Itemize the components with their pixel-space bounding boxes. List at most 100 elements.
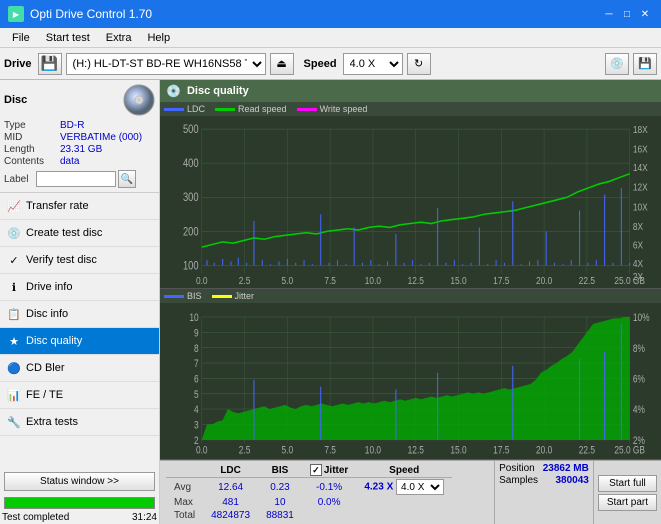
nav-cd-bler-label: CD Bler [26,362,65,374]
svg-text:6%: 6% [633,374,645,386]
disc-type-key: Type [4,120,60,131]
svg-text:0.0: 0.0 [196,275,208,286]
disc-label-btn[interactable]: 🔍 [118,170,136,188]
disc-button[interactable]: 💿 [605,53,629,75]
drive-select[interactable]: (H:) HL-DT-ST BD-RE WH16NS58 TST4 [66,53,266,75]
avg-ldc: 12.64 [203,478,258,497]
total-bis: 88831 [258,509,302,522]
menu-help[interactable]: Help [139,31,178,45]
status-time: 31:24 [132,512,157,523]
svg-text:16X: 16X [633,144,648,156]
max-bis: 10 [258,496,302,509]
nav-cd-bler[interactable]: 🔵 CD Bler [0,355,159,382]
stats-max-row: Max 481 10 0.0% [166,496,452,509]
chart1-svg: 500 400 300 200 100 18X 16X 14X 12X 10X … [160,116,661,286]
chart2-svg: 10 9 8 7 6 5 4 3 2 10% 8% 6% [160,303,661,457]
stats-header: LDC BIS ✓ Jitter Speed [166,463,452,478]
status-window-btn[interactable]: Status window >> [4,472,155,491]
save-button[interactable]: 💾 [633,53,657,75]
start-part-button[interactable]: Start part [598,494,657,511]
total-jitter-spacer [302,509,356,522]
nav-extra-tests-label: Extra tests [26,416,78,428]
total-label: Total [166,509,203,522]
avg-bis: 0.23 [258,478,302,497]
disc-quality-header-icon: 💿 [166,84,181,98]
svg-text:8%: 8% [633,343,645,355]
disc-label-input[interactable] [36,171,116,187]
menu-start-test[interactable]: Start test [38,31,98,45]
close-button[interactable]: ✕ [637,6,653,22]
nav-disc-quality[interactable]: ★ Disc quality [0,328,159,355]
svg-text:22.5: 22.5 [579,445,596,457]
maximize-button[interactable]: □ [619,6,635,22]
svg-text:4%: 4% [633,405,645,417]
minimize-button[interactable]: ─ [601,6,617,22]
nav-disc-info[interactable]: 📋 Disc info [0,301,159,328]
disc-length-key: Length [4,144,60,155]
write-speed-legend-label: Write speed [320,104,368,114]
svg-text:20.0: 20.0 [536,275,552,286]
sidebar: Disc Type BD-R [0,80,160,524]
svg-text:17.5: 17.5 [493,275,509,286]
svg-text:12X: 12X [633,182,648,194]
svg-text:10: 10 [189,313,199,325]
svg-text:7.5: 7.5 [324,275,336,286]
content-title: Disc quality [187,85,249,97]
position-val: 23862 MB [543,463,589,474]
jitter-checkbox[interactable]: ✓ [310,464,322,476]
refresh-button[interactable]: ↻ [407,53,431,75]
nav-extra-tests[interactable]: 🔧 Extra tests [0,409,159,436]
progress-bar-outer [4,497,155,509]
nav-drive-info-label: Drive info [26,281,72,293]
samples-label: Samples [499,475,538,486]
ldc-legend-color [164,108,184,111]
window-controls: ─ □ ✕ [601,6,653,22]
nav-create-test-disc[interactable]: 💿 Create test disc [0,220,159,247]
svg-text:3: 3 [194,420,199,432]
eject-button[interactable]: ⏏ [270,53,294,75]
svg-text:17.5: 17.5 [493,445,510,457]
disc-length-val: 23.31 GB [60,144,102,155]
menu-file[interactable]: File [4,31,38,45]
speed-label: Speed [304,58,337,70]
chart2-container: BIS Jitter [160,289,661,460]
cd-bler-icon: 🔵 [6,360,22,376]
nav-items: 📈 Transfer rate 💿 Create test disc ✓ Ver… [0,193,159,468]
status-text-row: Test completed 31:24 [0,511,159,524]
svg-text:300: 300 [183,191,199,204]
nav-fe-te[interactable]: 📊 FE / TE [0,382,159,409]
svg-text:4: 4 [194,405,199,417]
bis-legend: BIS [164,291,202,301]
progress-bar-inner [5,498,154,508]
svg-text:5.0: 5.0 [282,445,294,457]
nav-verify-test-disc-label: Verify test disc [26,254,97,266]
nav-verify-test-disc[interactable]: ✓ Verify test disc [0,247,159,274]
disc-panel: Disc Type BD-R [0,80,159,193]
app-icon: ▶ [8,6,24,22]
progress-row [0,495,159,511]
col-ldc: LDC [203,463,258,478]
svg-text:15.0: 15.0 [450,275,466,286]
ldc-legend-label: LDC [187,104,205,114]
start-full-button[interactable]: Start full [598,475,657,492]
stats-total-row: Total 4824873 88831 [166,509,452,522]
svg-text:7: 7 [194,359,199,371]
speed-select-inline[interactable]: 4.0 X [396,479,444,495]
right-stats: Position 23862 MB Samples 380043 [494,461,593,524]
drive-icon-btn[interactable]: 💾 [38,53,62,75]
nav-drive-info[interactable]: ℹ Drive info [0,274,159,301]
nav-transfer-rate-label: Transfer rate [26,200,89,212]
nav-transfer-rate[interactable]: 📈 Transfer rate [0,193,159,220]
avg-label: Avg [166,478,203,497]
disc-quality-icon: ★ [6,333,22,349]
jitter-legend: Jitter [212,291,255,301]
disc-info-icon: 📋 [6,306,22,322]
col-bis: BIS [258,463,302,478]
svg-text:10X: 10X [633,202,648,214]
svg-text:7.5: 7.5 [324,445,336,457]
avg-jitter: -0.1% [302,478,356,497]
menu-extra[interactable]: Extra [98,31,140,45]
speed-select[interactable]: 4.0 X [343,53,403,75]
svg-text:2.5: 2.5 [239,275,251,286]
samples-row: Samples 380043 [499,475,589,486]
